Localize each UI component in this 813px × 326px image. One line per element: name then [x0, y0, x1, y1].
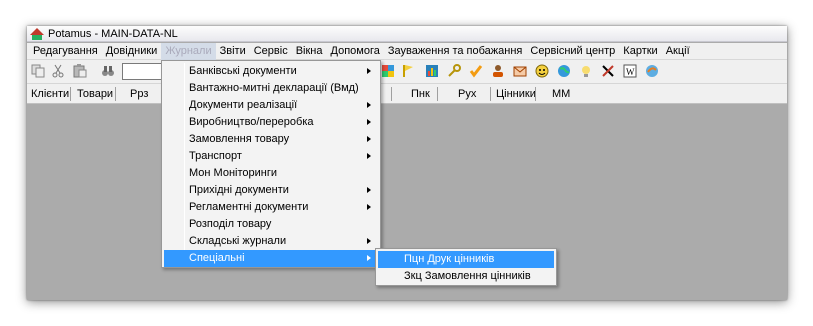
menu-promotions[interactable]: Акції — [662, 43, 694, 60]
clients-button[interactable]: Клієнти — [31, 84, 69, 104]
user-icon[interactable] — [491, 64, 505, 78]
menu-item-regulatory-documents[interactable]: Регламентні документи — [164, 199, 378, 216]
globe-icon[interactable] — [557, 64, 571, 78]
title-bar: Potamus - MAIN-DATA-NL — [27, 26, 787, 42]
submenu-item-print-price-tags[interactable]: Пцн Друк цінників — [378, 251, 554, 268]
special-submenu: Пцн Друк цінників Зкц Замовлення цінникі… — [375, 248, 557, 286]
chart-icon[interactable] — [425, 64, 439, 78]
app-logo-icon — [30, 27, 44, 40]
journals-dropdown-menu: Банківські документи Вантажно-митні декл… — [161, 60, 381, 268]
menu-item-monitoring[interactable]: Мон Моніторинги — [164, 165, 378, 182]
pnk-button[interactable]: Пнк — [411, 84, 430, 104]
window-title: Potamus - MAIN-DATA-NL — [48, 27, 178, 40]
checkmark-icon[interactable] — [469, 64, 483, 78]
menu-service[interactable]: Сервіс — [250, 43, 292, 60]
submenu-arrow-icon — [367, 187, 371, 193]
submenu-arrow-icon — [367, 255, 371, 261]
price-tags-button[interactable]: Цінники — [496, 84, 536, 104]
word-document-icon[interactable]: W — [623, 64, 637, 78]
menu-directories[interactable]: Довідники — [102, 43, 162, 60]
menu-item-warehouse-journals[interactable]: Складські журнали — [164, 233, 378, 250]
toolbar-combo-input[interactable] — [122, 63, 162, 80]
submenu-arrow-icon — [367, 153, 371, 159]
menu-item-sales-documents[interactable]: Документи реалізації — [164, 97, 378, 114]
menu-item-goods-orders[interactable]: Замовлення товару — [164, 131, 378, 148]
movement-button[interactable]: Рух — [458, 84, 476, 104]
mail-icon[interactable] — [513, 64, 527, 78]
main-toolbar: W — [27, 60, 787, 84]
menu-service-center[interactable]: Сервісний центр — [526, 43, 619, 60]
menu-feedback[interactable]: Зауваження та побажання — [384, 43, 527, 60]
web-browser-icon[interactable] — [645, 64, 659, 78]
tools-icon[interactable] — [601, 64, 615, 78]
toolbar-separator — [115, 87, 116, 101]
mm-button[interactable]: ММ — [552, 84, 570, 104]
menu-windows[interactable]: Вікна — [292, 43, 327, 60]
submenu-arrow-icon — [367, 68, 371, 74]
menu-cards[interactable]: Картки — [619, 43, 661, 60]
menu-editing[interactable]: Редагування — [29, 43, 102, 60]
rrz-button[interactable]: Ррз — [130, 84, 148, 104]
svg-text:W: W — [626, 67, 635, 77]
menu-item-production[interactable]: Виробництво/переробка — [164, 114, 378, 131]
menu-item-incoming-documents[interactable]: Прихідні документи — [164, 182, 378, 199]
quick-access-toolbar: Клієнти Товари Ррз Пнк Рух Цінники ММ — [27, 84, 787, 104]
menu-item-customs-declarations[interactable]: Вантажно-митні декларації (Вмд) — [164, 80, 378, 97]
cut-icon[interactable] — [51, 64, 65, 78]
menu-item-special[interactable]: Спеціальні — [164, 250, 378, 267]
menu-reports[interactable]: Звіти — [216, 43, 250, 60]
toolbar-separator — [535, 87, 536, 101]
submenu-arrow-icon — [367, 102, 371, 108]
toolbar-separator — [391, 87, 392, 101]
menu-journals[interactable]: Журнали — [161, 42, 216, 60]
paste-icon[interactable] — [73, 64, 87, 78]
menu-item-bank-documents[interactable]: Банківські документи — [164, 63, 378, 80]
menu-item-transport[interactable]: Транспорт — [164, 148, 378, 165]
menu-help[interactable]: Допомога — [327, 43, 384, 60]
colorful-grid-icon[interactable] — [381, 64, 395, 78]
toolbar-separator — [70, 87, 71, 101]
menu-item-goods-distribution[interactable]: Розподіл товару — [164, 216, 378, 233]
key-icon[interactable] — [447, 64, 461, 78]
submenu-arrow-icon — [367, 204, 371, 210]
submenu-arrow-icon — [367, 119, 371, 125]
toolbar-separator — [490, 87, 491, 101]
smiley-icon[interactable] — [535, 64, 549, 78]
flag-icon[interactable] — [401, 64, 415, 78]
submenu-item-order-price-tags[interactable]: Зкц Замовлення цінників — [378, 268, 554, 285]
copy-icon[interactable] — [31, 64, 45, 78]
binoculars-icon[interactable] — [101, 64, 115, 78]
submenu-arrow-icon — [367, 136, 371, 142]
submenu-arrow-icon — [367, 238, 371, 244]
menu-bar: Редагування Довідники Журнали Звіти Серв… — [27, 42, 787, 60]
lightbulb-icon[interactable] — [579, 64, 593, 78]
goods-button[interactable]: Товари — [77, 84, 113, 104]
toolbar-separator — [437, 87, 438, 101]
